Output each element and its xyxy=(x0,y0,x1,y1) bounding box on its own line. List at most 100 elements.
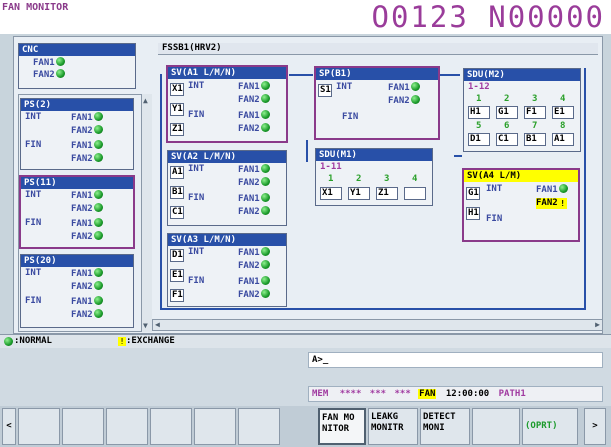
normal-icon xyxy=(4,337,13,346)
sva3-int-label: INT xyxy=(188,247,205,257)
normal-icon xyxy=(260,123,270,132)
status-field: *** xyxy=(394,389,411,399)
normal-icon xyxy=(410,95,420,104)
softkey-blank-3[interactable] xyxy=(106,408,148,445)
ps11-int-label: INT xyxy=(25,190,42,200)
scroll-left-icon[interactable]: ◀ xyxy=(155,320,160,329)
ps2-fin-label: FIN xyxy=(25,140,42,150)
title-bar: FAN MONITOR O0123 N00000 xyxy=(0,0,611,34)
sdum1-panel[interactable]: SDU(M1) 1-11 1 2 3 4 X1 Y1 Z1 xyxy=(315,148,433,206)
softkey-detect-line1: DETECT xyxy=(423,412,456,422)
slot-number: 2 xyxy=(356,174,362,184)
softkey-blank-4[interactable] xyxy=(150,408,192,445)
slot-number: 8 xyxy=(560,121,566,131)
scroll-right-icon[interactable]: ▶ xyxy=(595,320,600,329)
axis-box xyxy=(404,187,426,200)
legend-bar: :NORMAL ! :EXCHANGE xyxy=(0,334,611,348)
normal-icon xyxy=(260,260,270,269)
sdum2-panel[interactable]: SDU(M2) 1-12 1 2 3 4 H1 G1 F1 E1 5 6 7 8… xyxy=(463,68,581,152)
axis-box: F1 xyxy=(524,106,546,119)
cnc-panel-title: CNC xyxy=(19,44,135,56)
axis-box: S1 xyxy=(318,84,332,97)
sva1-int-label: INT xyxy=(188,81,205,91)
axis-box: E1 xyxy=(170,269,184,282)
spb1-fan1-label: FAN1 xyxy=(388,83,410,93)
sva4-title: SV(A4 L/M) xyxy=(464,170,578,182)
softkey-blank-6[interactable] xyxy=(238,408,280,445)
scroll-up-icon[interactable]: ▲ xyxy=(143,96,148,105)
fssb-title: FSSB1(HRV2) xyxy=(162,43,222,53)
ps2-fan1-label: FAN1 xyxy=(71,113,93,123)
ps2-panel[interactable]: PS(2) INT FAN1 FAN2 FIN FAN1 FAN2 xyxy=(20,98,134,170)
connection-line xyxy=(454,155,462,157)
normal-icon xyxy=(260,247,270,256)
axis-box: Y1 xyxy=(348,187,370,200)
softkey-fan-monitor[interactable]: FAN MO NITOR xyxy=(318,408,366,445)
command-input[interactable]: A>_ xyxy=(308,352,603,368)
sva1-fin-fan2-label: FAN2 xyxy=(238,124,260,134)
spb1-panel[interactable]: SP(B1) S1 INT FIN FAN1 FAN2 xyxy=(314,66,440,140)
axis-box: D1 xyxy=(468,133,490,146)
scroll-down-icon[interactable]: ▼ xyxy=(143,321,148,330)
sva3-panel[interactable]: SV(A3 L/M/N) D1 E1 F1 INT FIN FAN1 FAN2 … xyxy=(167,233,287,307)
ps11-fin-fan2-label: FAN2 xyxy=(71,232,93,242)
slot-number: 1 xyxy=(328,174,334,184)
mode-status: MEM xyxy=(312,389,329,399)
softkey-blank-1[interactable] xyxy=(18,408,60,445)
axis-box: G1 xyxy=(496,106,518,119)
softkey-next[interactable]: > xyxy=(584,408,606,445)
softkey-leakage-monitor[interactable]: LEAKG MONITR xyxy=(368,408,418,445)
cnc-panel[interactable]: CNC FAN1 FAN2 xyxy=(18,43,136,89)
axis-box: C1 xyxy=(170,206,184,219)
axis-box: G1 xyxy=(466,187,480,200)
softkey-detect-monitor[interactable]: DETECT MONI xyxy=(420,408,470,445)
axis-box: F1 xyxy=(170,289,184,302)
connection-line xyxy=(306,140,308,162)
softkey-blank-5[interactable] xyxy=(194,408,236,445)
ps11-panel[interactable]: PS(11) INT FAN1 FAN2 FIN FAN1 FAN2 xyxy=(19,175,135,249)
list-scrollbar[interactable]: ▲ ▼ xyxy=(141,94,152,332)
sva3-fan2-label: FAN2 xyxy=(238,261,260,271)
spb1-title: SP(B1) xyxy=(316,68,438,80)
softkey-blank-7[interactable] xyxy=(472,408,520,445)
softkey-prev[interactable]: < xyxy=(2,408,16,445)
sdum1-title: SDU(M1) xyxy=(316,149,432,161)
sva2-fan2-label: FAN2 xyxy=(238,178,260,188)
normal-icon xyxy=(558,184,568,193)
ps20-fan1-label: FAN1 xyxy=(71,269,93,279)
sva2-fin-fan2-label: FAN2 xyxy=(238,207,260,217)
softkey-blank-2[interactable] xyxy=(62,408,104,445)
fan-alarm-status: FAN xyxy=(418,389,437,399)
legend-normal: :NORMAL xyxy=(14,336,52,346)
sva3-fan1-label: FAN1 xyxy=(238,248,260,258)
sva4-panel[interactable]: SV(A4 L/M) G1 H1 INT FIN FAN1 FAN2! xyxy=(462,168,580,242)
sva2-fin-fan1-label: FAN1 xyxy=(238,194,260,204)
ps11-fan2-label: FAN2 xyxy=(71,204,93,214)
fssb-header: FSSB1(HRV2) xyxy=(158,43,598,55)
sva2-panel[interactable]: SV(A2 L/M/N) A1 B1 C1 INT FIN FAN1 FAN2 … xyxy=(167,150,287,226)
axis-box: H1 xyxy=(468,106,490,119)
normal-icon xyxy=(260,94,270,103)
spb1-fin-label: FIN xyxy=(342,112,359,122)
sva3-title: SV(A3 L/M/N) xyxy=(168,234,286,246)
normal-icon xyxy=(260,177,270,186)
ps20-fin-fan2-label: FAN2 xyxy=(71,310,93,320)
normal-icon xyxy=(93,153,103,162)
ps20-fin-label: FIN xyxy=(25,296,42,306)
ps20-panel[interactable]: PS(20) INT FAN1 FAN2 FIN FAN1 FAN2 xyxy=(20,254,134,328)
clock: 12:00:00 xyxy=(445,389,490,399)
sva4-int-label: INT xyxy=(486,184,503,194)
normal-icon xyxy=(93,268,103,277)
axis-box: B1 xyxy=(170,186,184,199)
ps11-title: PS(11) xyxy=(21,177,133,189)
normal-icon xyxy=(93,218,103,227)
sva1-panel[interactable]: SV(A1 L/M/N) X1 Y1 Z1 INT FIN FAN1 FAN2 … xyxy=(166,65,288,143)
horizontal-scrollbar[interactable]: ◀ ▶ xyxy=(152,319,603,331)
ps2-title: PS(2) xyxy=(21,99,133,111)
program-number: O0123 N00000 xyxy=(371,0,605,34)
softkey-oprt[interactable]: (OPRT) xyxy=(522,408,578,445)
spb1-int-label: INT xyxy=(336,82,353,92)
axis-box: H1 xyxy=(466,207,480,220)
normal-icon xyxy=(55,57,65,66)
sva3-fin-label: FIN xyxy=(188,276,205,286)
